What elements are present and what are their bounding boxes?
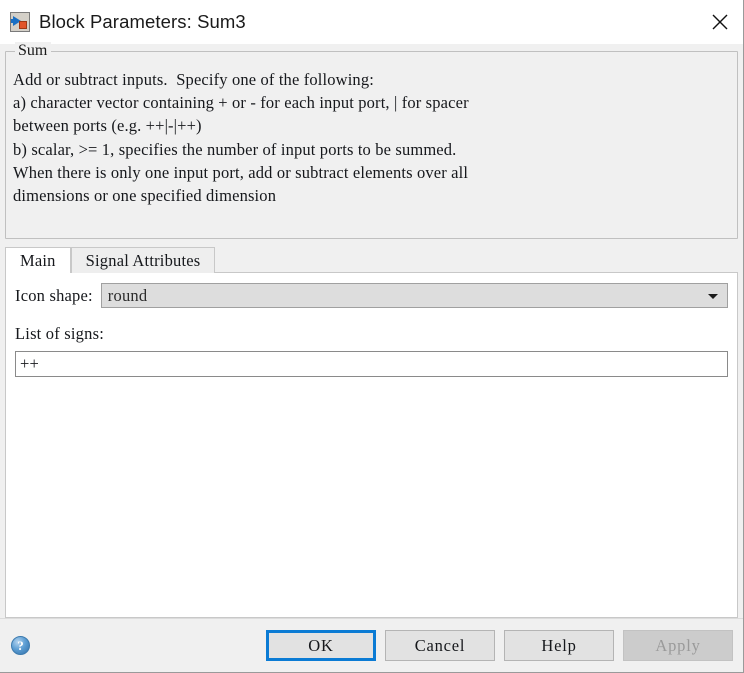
icon-shape-value: round — [102, 286, 148, 306]
block-description-group: Sum Add or subtract inputs. Specify one … — [5, 51, 738, 239]
list-of-signs-label: List of signs: — [15, 324, 728, 344]
list-of-signs-value: ++ — [16, 354, 39, 374]
block-description-text: Add or subtract inputs. Specify one of t… — [6, 66, 737, 207]
cancel-button[interactable]: Cancel — [385, 630, 495, 661]
chevron-down-icon — [708, 294, 718, 299]
apply-button: Apply — [623, 630, 733, 661]
close-icon[interactable] — [697, 0, 743, 44]
dialog-footer: ? OK Cancel Help Apply — [0, 618, 743, 672]
help-circle-icon[interactable]: ? — [11, 636, 30, 655]
tab-panel-main: Icon shape: round List of signs: ++ — [5, 272, 738, 618]
block-parameters-dialog: Block Parameters: Sum3 Sum Add or subtra… — [0, 0, 744, 673]
simulink-block-icon — [10, 12, 30, 32]
ok-button[interactable]: OK — [266, 630, 376, 661]
icon-shape-select[interactable]: round — [101, 283, 728, 308]
page-title: Block Parameters: Sum3 — [39, 13, 246, 32]
dialog-button-group: OK Cancel Help Apply — [266, 630, 733, 661]
list-of-signs-input[interactable]: ++ — [15, 351, 728, 377]
icon-shape-label: Icon shape: — [15, 286, 93, 306]
icon-shape-row: Icon shape: round — [15, 283, 728, 308]
tab-strip: Main Signal Attributes — [5, 246, 738, 273]
block-description-legend: Sum — [15, 42, 51, 60]
tab-main[interactable]: Main — [5, 247, 71, 273]
title-bar: Block Parameters: Sum3 — [0, 0, 743, 44]
help-button[interactable]: Help — [504, 630, 614, 661]
tab-signal-attributes[interactable]: Signal Attributes — [71, 247, 216, 273]
